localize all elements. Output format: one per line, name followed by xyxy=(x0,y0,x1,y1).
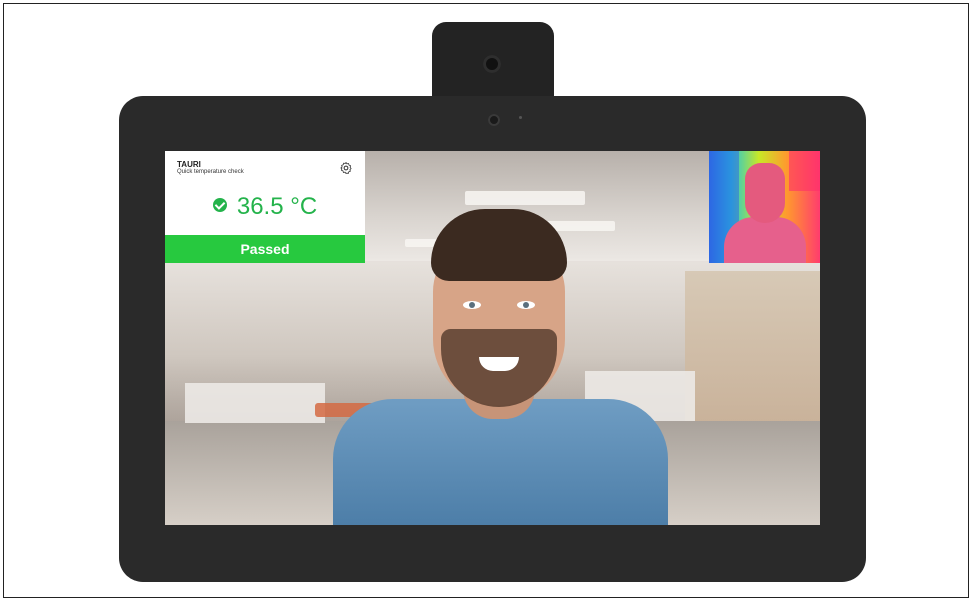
front-camera xyxy=(488,114,500,126)
person-in-frame xyxy=(333,209,668,525)
camera-feed-screen: TAURI Quick temperature check 36.5 °C Pa… xyxy=(165,151,820,525)
temperature-value: 36.5 °C xyxy=(236,193,318,220)
sensor-dot xyxy=(519,116,522,119)
thermal-camera-lens xyxy=(483,55,501,73)
gear-icon[interactable] xyxy=(339,161,353,175)
temperature-reading: 36.5 °C xyxy=(165,193,365,221)
person-eye xyxy=(463,301,481,309)
temperature-panel: TAURI Quick temperature check 36.5 °C Pa… xyxy=(165,151,365,263)
app-subtitle: Quick temperature check xyxy=(177,169,244,175)
check-circle-icon xyxy=(212,197,227,212)
person-hair xyxy=(431,209,567,281)
brand-name: TAURI xyxy=(177,160,201,169)
person-eye xyxy=(517,301,535,309)
office-desk xyxy=(185,383,325,423)
thermal-hot-region xyxy=(789,151,820,191)
thermal-preview xyxy=(709,151,820,263)
ceiling-light xyxy=(465,191,585,205)
thermal-head xyxy=(745,163,785,223)
thermal-body xyxy=(724,217,806,263)
status-badge: Passed xyxy=(165,235,365,263)
